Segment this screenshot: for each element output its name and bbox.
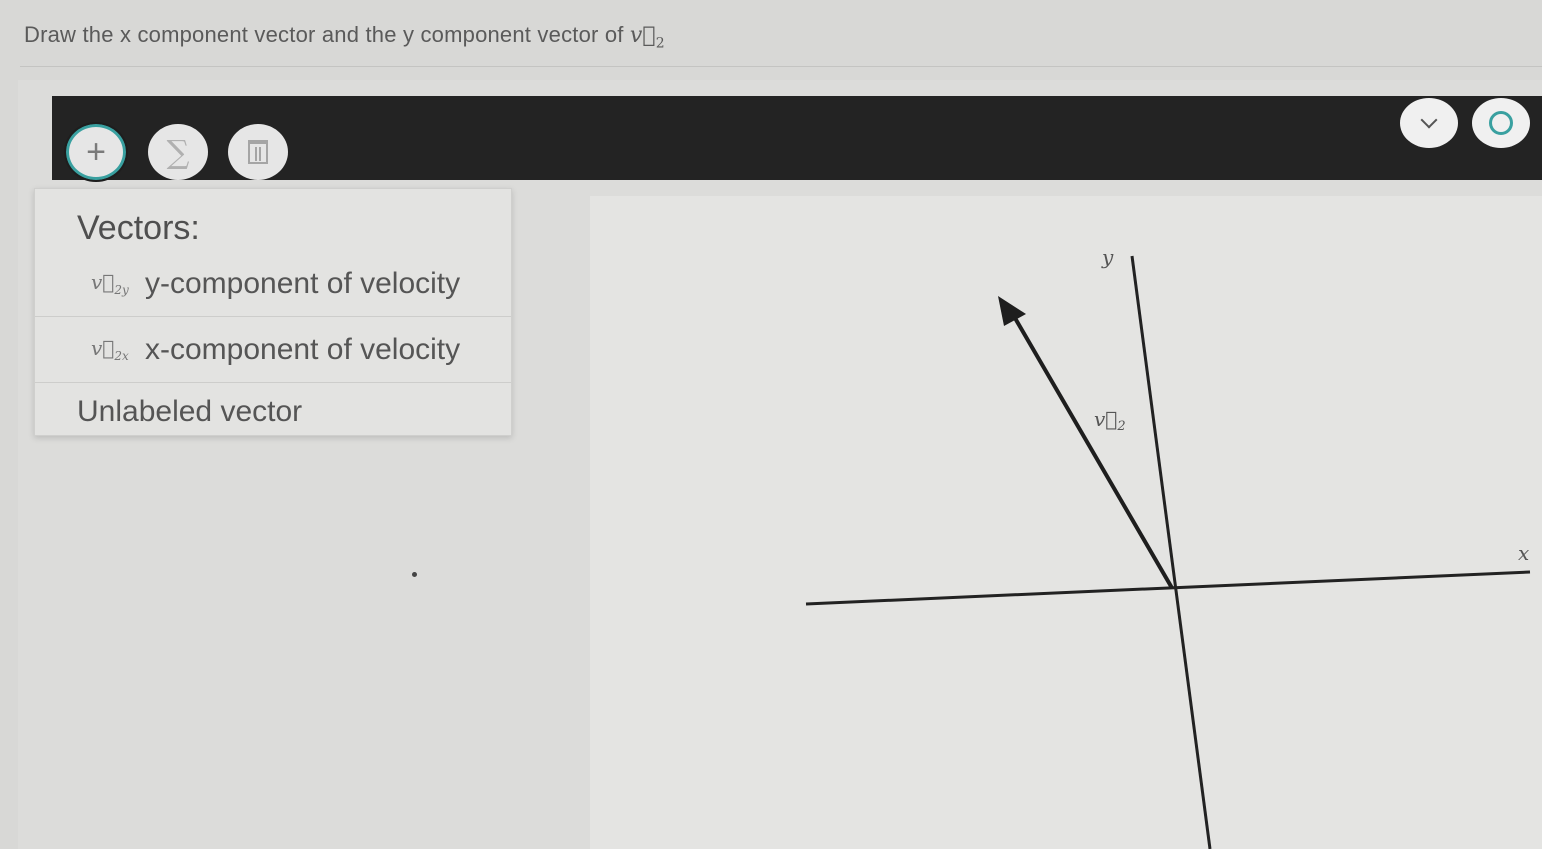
x-axis bbox=[805, 570, 1531, 606]
y-axis bbox=[1130, 255, 1212, 849]
y-axis-label: y bbox=[1101, 245, 1114, 269]
graph: y x v⃗2 bbox=[805, 245, 1531, 849]
vector-v2-label: v⃗2 bbox=[1094, 407, 1126, 434]
vector-v2-arrowhead bbox=[998, 296, 1026, 326]
vector-v2[interactable] bbox=[1006, 304, 1174, 590]
x-axis-label: x bbox=[1518, 541, 1529, 565]
